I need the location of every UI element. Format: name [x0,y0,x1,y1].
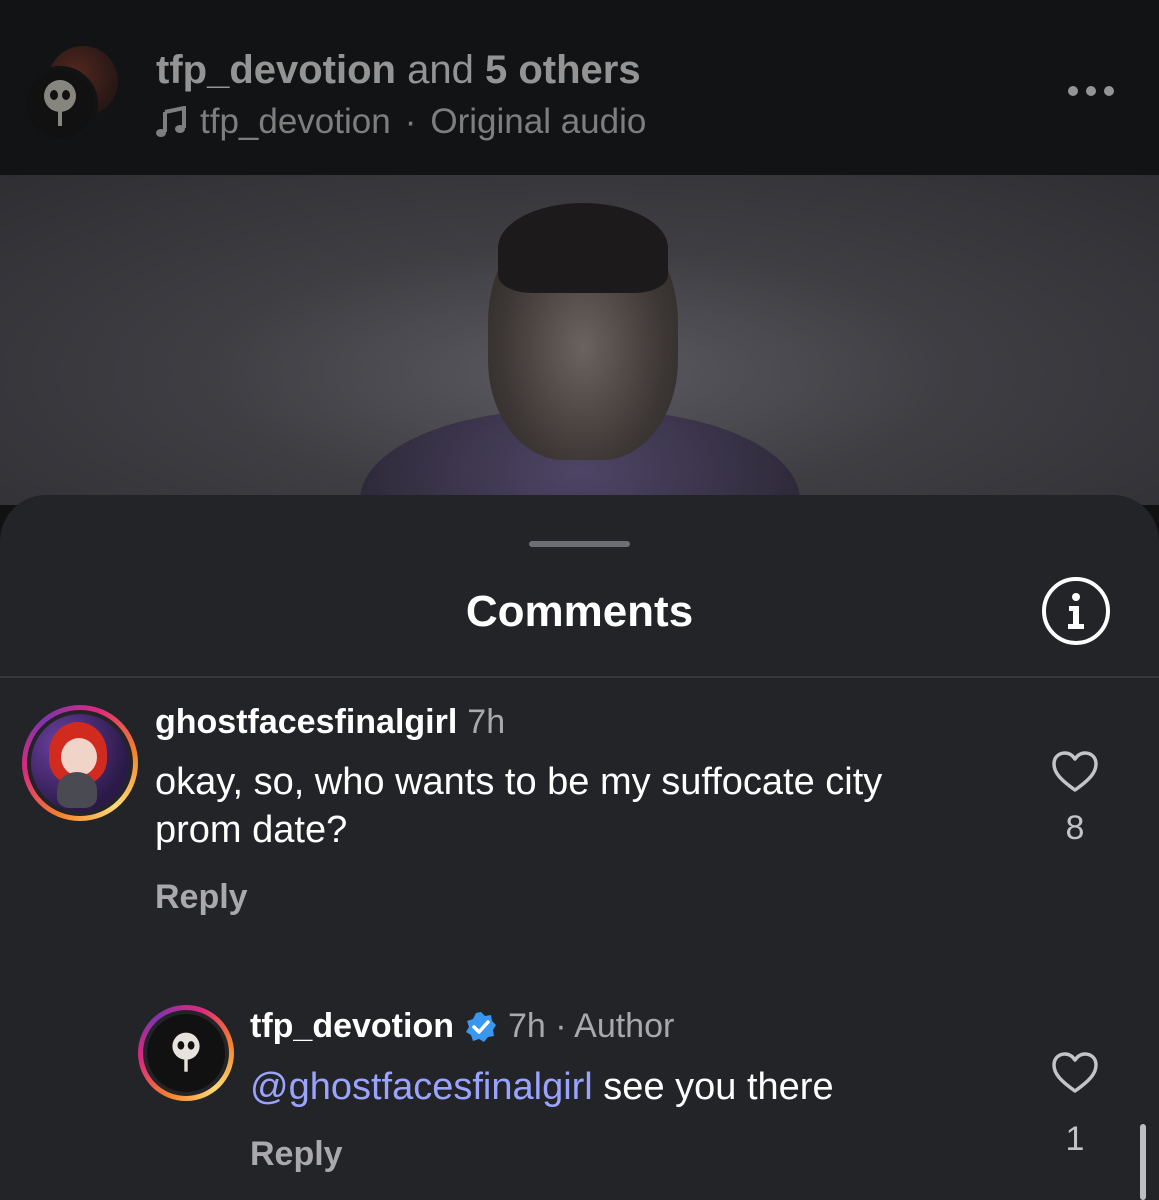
comment-time: 7h [467,703,506,741]
avatar-cat [57,772,97,808]
reply-button[interactable]: Reply [155,878,248,917]
sheet-grabber-handle[interactable] [529,541,630,547]
heart-icon[interactable] [1051,1051,1099,1095]
scrollbar[interactable] [1140,1124,1146,1200]
video-figure-hair [498,203,668,293]
avatar[interactable] [22,705,138,821]
reply-button[interactable]: Reply [250,1135,343,1174]
more-options-button[interactable] [1068,86,1114,96]
music-note-icon [156,106,186,137]
comment-meta: 7h · Author [507,1007,675,1045]
comment-text-line: prom date? [155,809,348,851]
like-count: 8 [1065,809,1085,847]
audio-separator: · [404,102,417,141]
header-divider [0,676,1159,678]
audio-owner: tfp_devotion [200,102,391,141]
post-author-username[interactable]: tfp_devotion [156,48,396,92]
others-link[interactable]: 5 others [485,48,641,92]
comments-sheet: Comments ghostfacesfinalgirl 7h okay, so… [0,495,1159,1200]
more-dot [1086,86,1096,96]
info-button[interactable] [1042,577,1110,645]
skull-logo-icon [44,80,76,126]
heart-icon[interactable] [1051,750,1099,794]
like-control: 1 [1045,1051,1105,1159]
post-header: tfp_devotion and 5 others tfp_devotion ·… [0,0,1159,175]
collab-avatar-stack[interactable] [22,46,118,142]
like-count: 1 [1065,1120,1085,1158]
collab-avatar-primary [22,66,98,142]
avatar-image [147,1014,225,1092]
more-horizontal-icon [1068,86,1078,96]
post-authors[interactable]: tfp_devotion and 5 others [156,48,641,93]
avatar-ring-gap [143,1010,229,1096]
info-icon [1068,593,1084,629]
skull-logo-icon [172,1032,200,1072]
avatar[interactable] [138,1005,234,1101]
comment-text-line: okay, so, who wants to be my suffocate c… [155,761,883,803]
comment-body: see you there [592,1066,834,1108]
and-text: and [407,48,474,92]
audio-info[interactable]: tfp_devotion · Original audio [156,102,646,142]
comment-header: ghostfacesfinalgirl 7h [155,703,505,742]
comment-username[interactable]: ghostfacesfinalgirl [155,703,457,742]
comment-text: okay, so, who wants to be my suffocate c… [155,758,1035,854]
comment-header: tfp_devotion 7h · Author [250,1007,674,1046]
mention-link[interactable]: @ghostfacesfinalgirl [250,1066,593,1108]
comment-username[interactable]: tfp_devotion [250,1007,454,1046]
more-dot [1104,86,1114,96]
sheet-title: Comments [465,587,694,636]
comment-text: @ghostfacesfinalgirl see you there [250,1063,1030,1111]
avatar-face [61,738,97,776]
video-frame[interactable] [0,175,1159,505]
avatar-image [31,714,129,812]
verified-badge-icon [465,1011,496,1042]
audio-label: Original audio [430,102,647,141]
avatar-ring-gap [27,710,133,816]
like-control: 8 [1045,750,1105,848]
